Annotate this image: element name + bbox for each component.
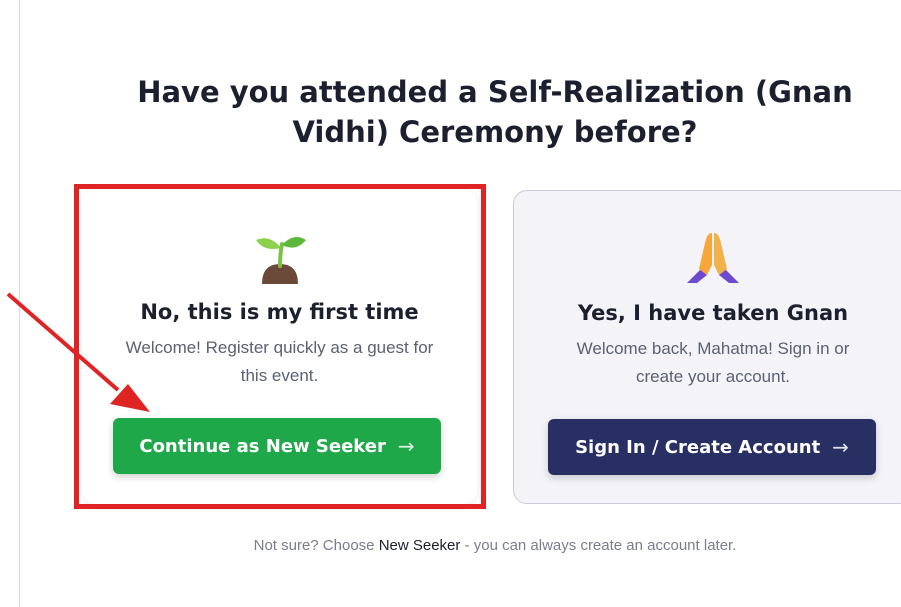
new-seeker-title: No, this is my first time xyxy=(140,300,419,324)
continue-button-label: Continue as New Seeker xyxy=(139,435,386,457)
footnote-prefix: Not sure? Choose xyxy=(253,537,379,554)
new-seeker-card[interactable]: No, this is my first time Welcome! Regis… xyxy=(82,190,477,504)
folded-hands-icon xyxy=(514,229,901,285)
mahatma-description: Welcome back, Mahatma! Sign in or create… xyxy=(576,339,850,386)
footnote-suffix: - you can always create an account later… xyxy=(460,537,737,554)
left-divider xyxy=(19,0,20,607)
page: Have you attended a Self-Realization (Gn… xyxy=(0,0,901,607)
sign-in-button-label: Sign In / Create Account xyxy=(575,436,821,458)
new-seeker-description: Welcome! Register quickly as a guest for… xyxy=(125,338,434,385)
mahatma-card[interactable]: Yes, I have taken Gnan Welcome back, Mah… xyxy=(513,190,901,504)
arrow-right-icon: → xyxy=(397,434,415,458)
mahatma-title: Yes, I have taken Gnan xyxy=(577,301,849,325)
continue-as-new-seeker-button[interactable]: Continue as New Seeker → xyxy=(113,418,441,474)
page-title: Have you attended a Self-Realization (Gn… xyxy=(137,75,853,149)
arrow-right-icon: → xyxy=(832,435,849,459)
footnote-emphasis: New Seeker xyxy=(378,537,461,554)
seedling-icon xyxy=(82,228,477,284)
footnote: Not sure? Choose New Seeker - you can al… xyxy=(100,537,890,554)
sign-in-create-account-button[interactable]: Sign In / Create Account → xyxy=(548,419,876,475)
